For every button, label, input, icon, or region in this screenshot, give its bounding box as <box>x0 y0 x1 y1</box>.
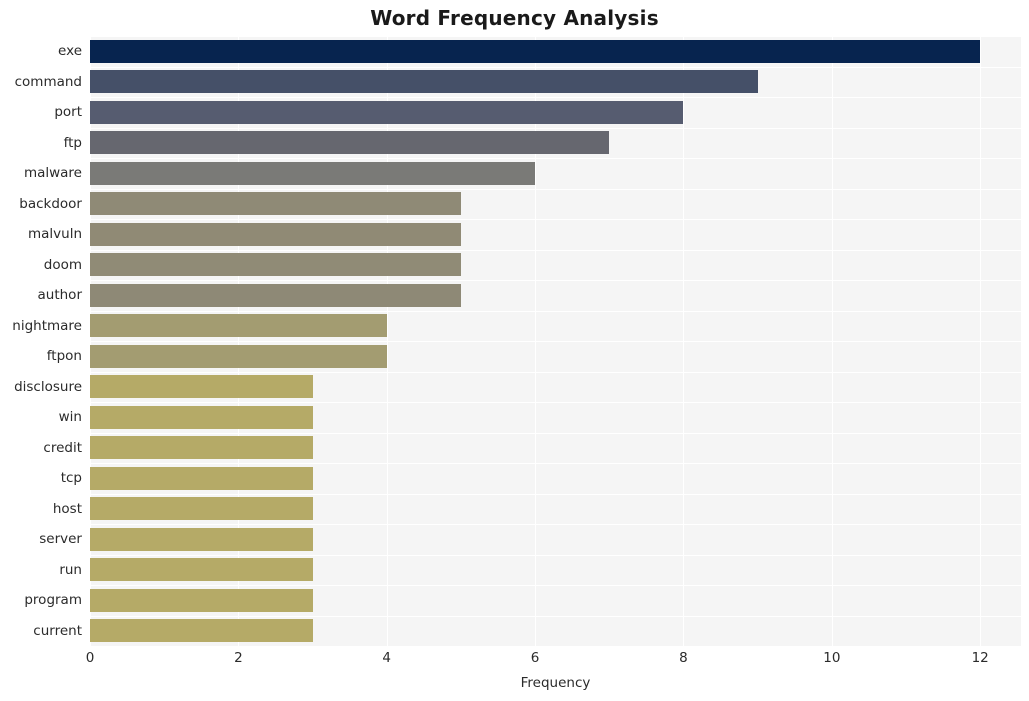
y-tick-label: server <box>39 531 82 548</box>
gridline-horizontal <box>90 371 1021 373</box>
x-axis-label: Frequency <box>520 675 591 691</box>
gridline-horizontal <box>90 585 1021 586</box>
bar <box>90 375 313 399</box>
y-tick-label: current <box>33 622 82 639</box>
bar <box>90 70 758 94</box>
bar <box>90 344 387 368</box>
bar <box>90 436 313 460</box>
gridline-horizontal <box>90 36 1021 37</box>
bar <box>90 314 387 338</box>
bar <box>90 619 313 643</box>
x-tick-label: 4 <box>382 650 392 666</box>
bar <box>90 192 461 216</box>
y-tick-label: malware <box>23 165 82 182</box>
bar <box>90 466 313 490</box>
gridline-horizontal <box>90 615 1021 617</box>
y-tick-label: win <box>58 409 82 426</box>
gridline-horizontal <box>90 188 1021 190</box>
bar <box>90 527 313 551</box>
bar <box>90 39 981 63</box>
x-tick-label: 10 <box>823 650 841 666</box>
word-frequency-chart: Word Frequency Analysis exe command port ft… <box>0 0 1029 701</box>
x-tick-label: 0 <box>85 650 95 666</box>
bar <box>90 558 313 582</box>
y-tick-label: doom <box>43 256 82 273</box>
y-tick-label: credit <box>43 439 82 456</box>
y-tick-label: command <box>14 73 82 90</box>
bar <box>90 100 684 124</box>
gridline-horizontal <box>90 646 1021 647</box>
gridline-horizontal <box>90 554 1021 556</box>
y-tick-label: malvuln <box>27 226 82 243</box>
bar <box>90 161 536 185</box>
bar <box>90 588 313 612</box>
gridline-horizontal <box>90 127 1021 129</box>
y-tick-label: ftpon <box>46 348 82 365</box>
y-tick-label: tcp <box>60 470 82 487</box>
bar <box>90 253 461 277</box>
y-tick-label: run <box>59 561 82 578</box>
gridline-horizontal <box>90 158 1021 159</box>
gridline-horizontal <box>90 524 1021 525</box>
x-tick-label: 2 <box>234 650 243 666</box>
gridline-horizontal <box>90 493 1021 495</box>
x-tick-label: 12 <box>971 650 989 666</box>
gridline-horizontal <box>90 249 1021 251</box>
gridline-horizontal <box>90 219 1021 220</box>
gridline-horizontal <box>90 310 1021 312</box>
gridline-horizontal <box>90 280 1021 281</box>
chart-title: Word Frequency Analysis <box>370 6 659 30</box>
gridline-horizontal <box>90 97 1021 98</box>
gridline-horizontal <box>90 341 1021 342</box>
y-tick-label: host <box>52 500 82 517</box>
y-tick-label: backdoor <box>19 195 82 212</box>
y-tick-label: ftp <box>63 134 82 151</box>
y-tick-label: disclosure <box>14 378 82 395</box>
gridline-horizontal <box>90 402 1021 403</box>
x-tick-label: 6 <box>530 650 540 666</box>
gridline-horizontal <box>90 463 1021 464</box>
bar <box>90 405 313 429</box>
y-tick-label: program <box>24 592 82 609</box>
plot-area <box>90 36 1021 647</box>
bar <box>90 222 461 246</box>
bar <box>90 497 313 521</box>
bar <box>90 283 461 307</box>
y-axis-tick-labels: exe command port ftp malware backdoor malvuln d… <box>0 36 82 646</box>
y-tick-label: exe <box>58 43 82 60</box>
gridline-horizontal <box>90 432 1021 434</box>
bar <box>90 131 610 155</box>
gridline-horizontal <box>90 66 1021 68</box>
y-tick-label: nightmare <box>12 317 82 334</box>
y-tick-label: author <box>37 287 83 304</box>
x-axis-tick-labels: 0 2 4 6 8 10 12 <box>86 650 1021 670</box>
y-tick-label: port <box>54 104 82 121</box>
x-tick-label: 8 <box>679 650 688 666</box>
